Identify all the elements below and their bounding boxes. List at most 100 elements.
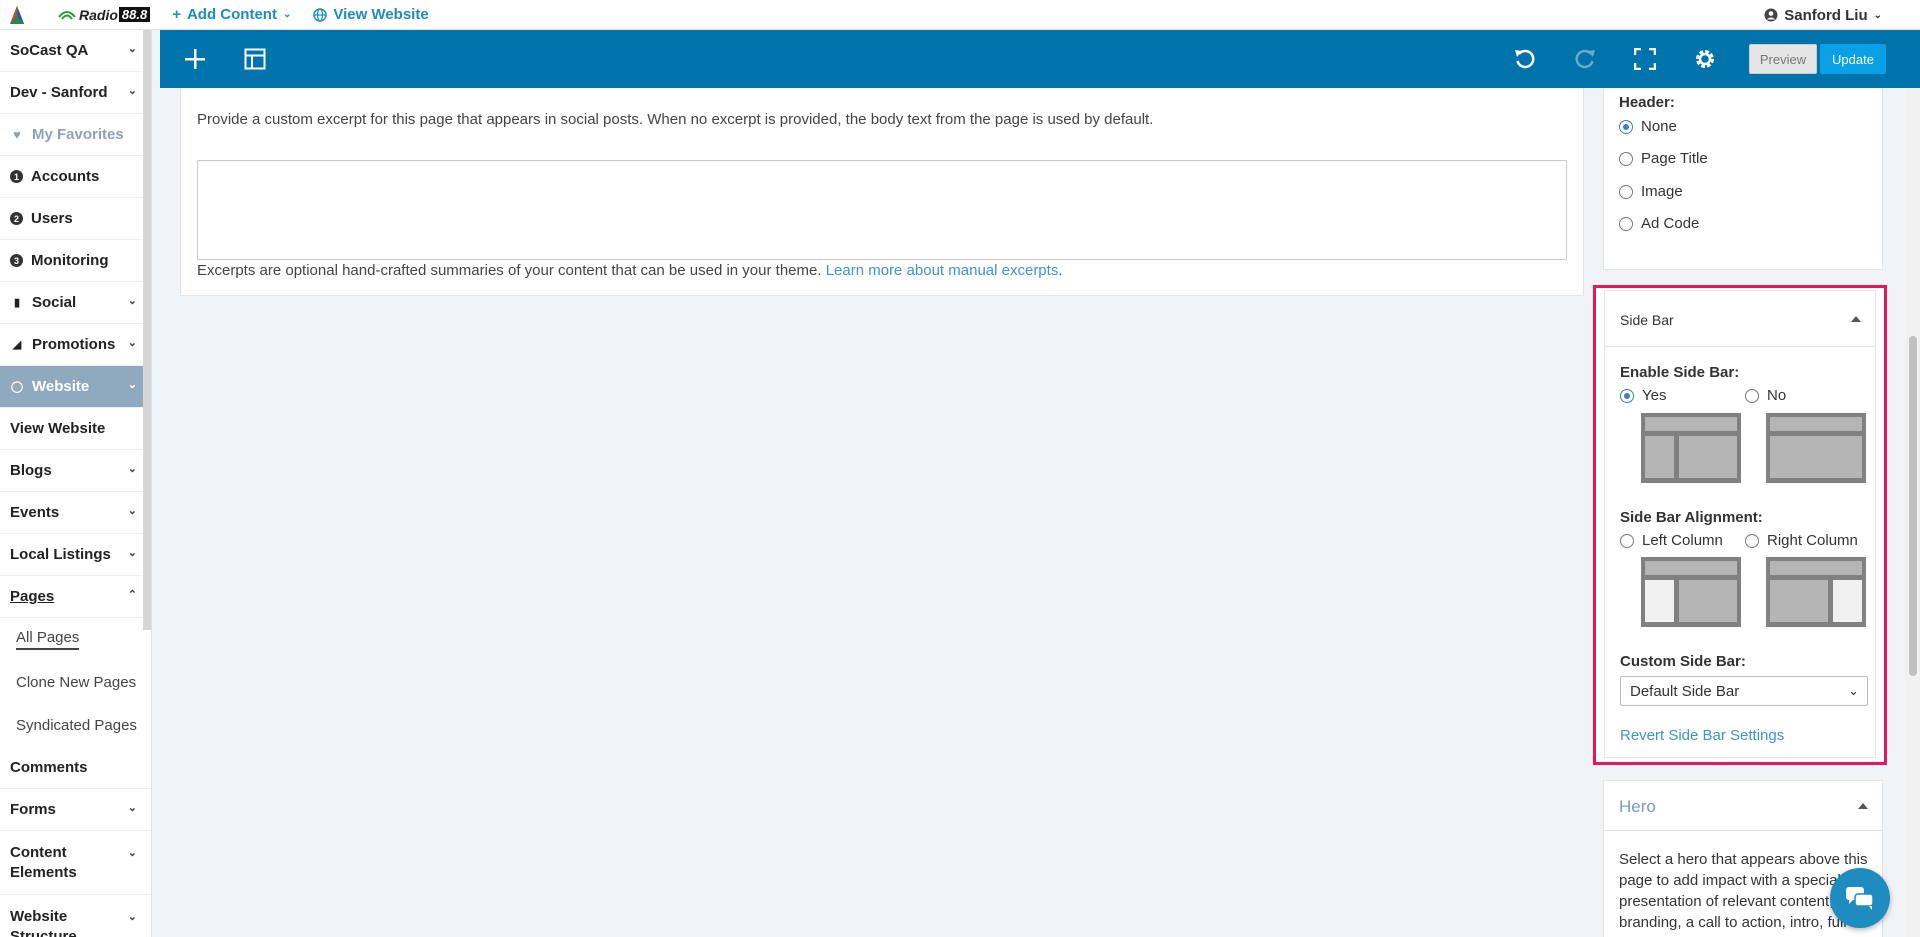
chevron-down-icon: ⌄ — [127, 847, 137, 859]
header-option-image[interactable]: Image — [1619, 183, 1683, 200]
layout-button[interactable] — [230, 30, 280, 88]
sidebar-subitem-clone-new-pages[interactable]: Clone New Pages — [0, 661, 151, 704]
sidebar-item-label: My Favorites — [32, 126, 124, 143]
site-switcher[interactable]: Dev - Sanford ⌄ — [0, 72, 151, 114]
sidebar-item-website-structure[interactable]: Website Structure ⌄ — [0, 895, 151, 937]
chevron-down-icon: ⌄ — [127, 547, 137, 559]
user-menu[interactable]: Sanford Liu ⌄ — [1764, 0, 1882, 30]
header-option-none[interactable]: None — [1619, 118, 1677, 135]
sidebar-item-label: Forms — [10, 801, 56, 818]
alignment-right-column[interactable]: Right Column — [1745, 532, 1858, 549]
add-content-menu[interactable]: + Add Content ⌄ — [172, 6, 291, 23]
step-3-icon: 3 — [10, 254, 23, 267]
page-scrollbar-thumb[interactable] — [1909, 336, 1917, 676]
sidebar-item-local-listings[interactable]: Local Listings ⌄ — [0, 534, 151, 576]
admin-sidebar: SoCast QA ⌄ Dev - Sanford ⌄ ♥ My Favorites … — [0, 30, 152, 937]
sidebar-item-blogs[interactable]: Blogs ⌄ — [0, 450, 151, 492]
header-option-page-title[interactable]: Page Title — [1619, 150, 1708, 167]
custom-sidebar-select[interactable]: Default Side Bar ⌄ — [1620, 676, 1868, 706]
chevron-down-icon: ⌄ — [1873, 9, 1882, 21]
layout-with-sidebar-icon[interactable] — [1641, 413, 1741, 483]
sidebar-item-favorites[interactable]: ♥ My Favorites — [0, 114, 151, 156]
excerpt-footer: Excerpts are optional hand-crafted summa… — [197, 262, 1063, 279]
gear-icon — [1696, 50, 1714, 68]
sidebar-item-promotions[interactable]: ◢ Promotions ⌄ — [0, 324, 151, 366]
org-switcher[interactable]: SoCast QA ⌄ — [0, 30, 151, 72]
megaphone-icon: ◢ — [12, 339, 22, 351]
brand-name: Radio — [79, 6, 118, 23]
sidebar-box-header[interactable]: Side Bar — [1605, 291, 1875, 347]
custom-sidebar-label: Custom Side Bar: — [1620, 653, 1746, 670]
chat-bubbles-icon — [1846, 887, 1874, 910]
sidebar-item-label: Events — [10, 504, 60, 521]
sidebar-item-events[interactable]: Events ⌄ — [0, 492, 151, 534]
sidebar-item-website[interactable]: ◯ Website ⌄ — [0, 366, 151, 408]
chevron-down-icon: ⌄ — [127, 337, 137, 349]
undo-icon — [1515, 49, 1535, 69]
hero-box-header[interactable]: Hero — [1604, 781, 1882, 831]
sidebar-subitem-label: Syndicated Pages — [16, 717, 137, 734]
radio-unselected — [1619, 184, 1633, 199]
sidebar-subitem-label: All Pages — [16, 629, 80, 650]
alignment-left-column[interactable]: Left Column — [1620, 532, 1723, 549]
page-scrollbar[interactable] — [1906, 88, 1920, 937]
radio-selected — [1619, 119, 1633, 134]
header-option-ad-code[interactable]: Ad Code — [1619, 215, 1699, 232]
collapse-caret-icon[interactable] — [1858, 803, 1868, 809]
socast-logo-icon[interactable] — [0, 0, 34, 30]
sidebar-alignment-label: Side Bar Alignment: — [1620, 509, 1763, 526]
sidebar-item-comments[interactable]: Comments — [0, 747, 151, 789]
chevron-down-icon: ⌄ — [127, 85, 137, 97]
sidebar-item-label: Accounts — [31, 168, 100, 185]
sidebar-item-users[interactable]: 2 Users — [0, 198, 151, 240]
heart-icon: ♥ — [13, 127, 21, 142]
radio-unselected — [1745, 388, 1759, 403]
sidebar-item-monitoring[interactable]: 3 Monitoring — [0, 240, 151, 282]
fullscreen-button[interactable] — [1620, 30, 1670, 88]
sidebar-item-label: Social — [32, 294, 77, 311]
sidebar-item-label: Promotions — [32, 336, 116, 353]
revert-sidebar-link[interactable]: Revert Side Bar Settings — [1620, 727, 1784, 744]
sidebar-item-label: Local Listings — [10, 546, 111, 563]
radio-unselected — [1619, 151, 1633, 166]
sidebar-item-view-website[interactable]: View Website — [0, 408, 151, 450]
sidebar-item-label: Users — [31, 210, 73, 227]
undo-button[interactable] — [1500, 30, 1550, 88]
sidebar-item-label: Comments — [10, 759, 88, 776]
sidebar-scrollbar[interactable] — [143, 30, 151, 630]
excerpt-textarea[interactable] — [197, 160, 1567, 260]
sidebar-subitem-all-pages[interactable]: All Pages — [0, 618, 151, 661]
settings-button[interactable] — [1680, 30, 1730, 88]
sidebar-item-label: Monitoring — [31, 252, 109, 269]
layout-no-sidebar-icon[interactable] — [1766, 413, 1866, 483]
site-label: Dev - Sanford — [10, 84, 108, 101]
collapse-caret-icon[interactable] — [1851, 316, 1861, 322]
redo-button[interactable] — [1560, 30, 1610, 88]
chevron-down-icon: ⌄ — [127, 379, 137, 391]
station-brand-logo[interactable]: Radio 88.8 — [58, 6, 151, 23]
sidebar-item-pages[interactable]: Pages ⌃ — [0, 576, 151, 618]
sidebar-subitem-syndicated-pages[interactable]: Syndicated Pages — [0, 704, 151, 747]
manual-excerpts-link[interactable]: Learn more about manual excerpts — [826, 262, 1059, 279]
sidebar-item-label: Content Elements — [10, 843, 77, 881]
chat-button[interactable] — [1830, 868, 1890, 928]
enable-sidebar-no[interactable]: No — [1745, 387, 1786, 404]
layout-right-column-icon[interactable] — [1766, 557, 1866, 627]
view-website-link[interactable]: View Website — [313, 6, 429, 23]
layout-left-column-icon[interactable] — [1641, 557, 1741, 627]
sidebar-item-content-elements[interactable]: Content Elements ⌄ — [0, 831, 151, 895]
update-button[interactable]: Update — [1820, 44, 1886, 74]
add-block-button[interactable] — [170, 30, 220, 88]
preview-button[interactable]: Preview — [1749, 44, 1817, 74]
sidebar-item-forms[interactable]: Forms ⌄ — [0, 789, 151, 831]
enable-sidebar-yes[interactable]: Yes — [1620, 387, 1666, 404]
sidebar-item-label: Pages — [10, 588, 55, 605]
sidebar-item-accounts[interactable]: 1 Accounts — [0, 156, 151, 198]
header-label: Header: — [1619, 94, 1675, 111]
radio-label: Right Column — [1767, 532, 1858, 549]
step-1-icon: 1 — [10, 170, 23, 183]
radio-unselected — [1620, 533, 1634, 548]
comment-icon: ▮ — [13, 297, 21, 309]
radio-unselected — [1745, 533, 1759, 548]
sidebar-item-social[interactable]: ▮ Social ⌄ — [0, 282, 151, 324]
